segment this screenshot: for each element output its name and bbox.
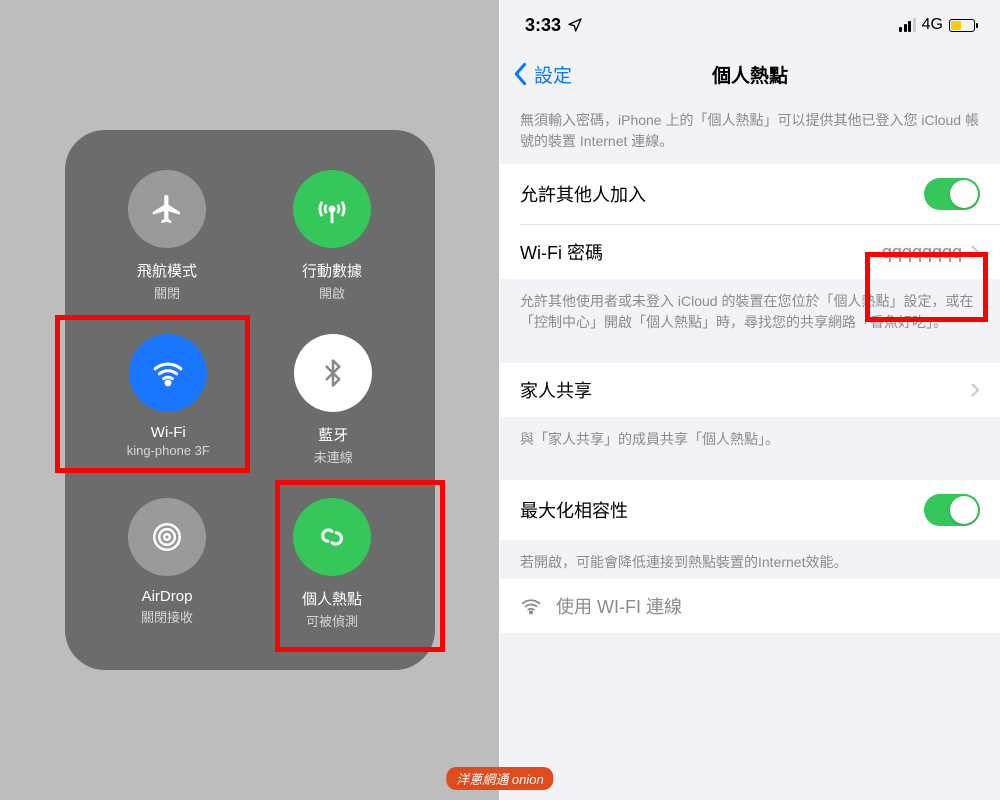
wifi-icon bbox=[520, 595, 542, 617]
status-time: 3:33 bbox=[525, 15, 561, 36]
use-wifi-row: 使用 WI-FI 連線 bbox=[500, 579, 1000, 633]
signal-icon bbox=[899, 18, 916, 32]
wifi-password-label: Wi-Fi 密碼 bbox=[520, 239, 603, 265]
airplane-icon bbox=[150, 192, 184, 226]
description-3: 與「家人共享」的成員共享「個人熱點」。 bbox=[500, 417, 1000, 462]
status-bar: 3:33 4G bbox=[500, 0, 1000, 50]
hotspot-icon bbox=[315, 520, 349, 554]
maximize-compat-label: 最大化相容性 bbox=[520, 497, 628, 523]
bluetooth-label: 藍牙 bbox=[318, 424, 348, 445]
wifi-password-row[interactable]: Wi-Fi 密碼 qqqqqqqq bbox=[500, 225, 1000, 279]
chevron-left-icon bbox=[512, 62, 530, 86]
hotspot-button[interactable] bbox=[293, 498, 371, 576]
chevron-right-icon bbox=[970, 244, 980, 260]
wifi-network-name: king-phone 3F bbox=[127, 443, 210, 458]
bluetooth-status: 未連線 bbox=[314, 447, 353, 466]
airdrop-button[interactable] bbox=[128, 498, 206, 576]
description-4: 若開啟，可能會降低連接到熱點裝置的Internet效能。 bbox=[500, 540, 1000, 579]
status-network: 4G bbox=[922, 16, 943, 34]
bluetooth-icon bbox=[318, 358, 348, 388]
control-center-panel: 飛航模式 關閉 行動數據 開啟 Wi-Fi king-phone 3F bbox=[0, 0, 500, 800]
hotspot-status: 可被偵測 bbox=[306, 611, 358, 630]
allow-others-toggle[interactable] bbox=[924, 178, 980, 210]
wifi-button[interactable] bbox=[129, 334, 207, 412]
family-sharing-label: 家人共享 bbox=[520, 377, 592, 403]
airplane-mode-button[interactable] bbox=[128, 170, 206, 248]
maximize-compat-row[interactable]: 最大化相容性 bbox=[500, 480, 1000, 540]
wifi-icon bbox=[151, 356, 185, 390]
hotspot-label: 個人熱點 bbox=[302, 588, 362, 609]
chevron-right-icon bbox=[970, 382, 980, 398]
watermark: 洋蔥網通 onion bbox=[446, 767, 553, 790]
allow-others-label: 允許其他人加入 bbox=[520, 181, 646, 207]
back-label: 設定 bbox=[534, 61, 572, 88]
airplane-mode-label: 飛航模式 bbox=[137, 260, 197, 281]
bluetooth-button[interactable] bbox=[294, 334, 372, 412]
airdrop-icon bbox=[150, 520, 184, 554]
use-wifi-label: 使用 WI-FI 連線 bbox=[556, 593, 682, 619]
location-icon bbox=[567, 17, 583, 33]
airplane-mode-status: 關閉 bbox=[154, 283, 180, 302]
control-center-card: 飛航模式 關閉 行動數據 開啟 Wi-Fi king-phone 3F bbox=[65, 130, 435, 670]
airdrop-status: 關閉接收 bbox=[141, 607, 193, 626]
nav-bar: 設定 個人熱點 bbox=[500, 50, 1000, 98]
allow-others-row[interactable]: 允許其他人加入 bbox=[500, 164, 1000, 224]
settings-panel: 3:33 4G 設定 個人熱點 無須輸入密碼，iPhone 上的「個人熱點」可以… bbox=[500, 0, 1000, 800]
wifi-password-value: qqqqqqqq bbox=[882, 242, 962, 263]
maximize-compat-toggle[interactable] bbox=[924, 494, 980, 526]
wifi-label: Wi-Fi bbox=[151, 424, 186, 441]
cellular-button[interactable] bbox=[293, 170, 371, 248]
cellular-status: 開啟 bbox=[319, 283, 345, 302]
battery-icon bbox=[949, 19, 975, 32]
back-button[interactable]: 設定 bbox=[512, 61, 572, 88]
cellular-label: 行動數據 bbox=[302, 260, 362, 281]
description-1: 無須輸入密碼，iPhone 上的「個人熱點」可以提供其他已登入您 iCloud … bbox=[500, 98, 1000, 164]
page-title: 個人熱點 bbox=[500, 61, 1000, 88]
family-sharing-row[interactable]: 家人共享 bbox=[500, 363, 1000, 417]
airdrop-label: AirDrop bbox=[142, 588, 193, 605]
description-2: 允許其他使用者或未登入 iCloud 的裝置在您位於「個人熱點」設定，或在「控制… bbox=[500, 279, 1000, 345]
cellular-icon bbox=[315, 192, 349, 226]
